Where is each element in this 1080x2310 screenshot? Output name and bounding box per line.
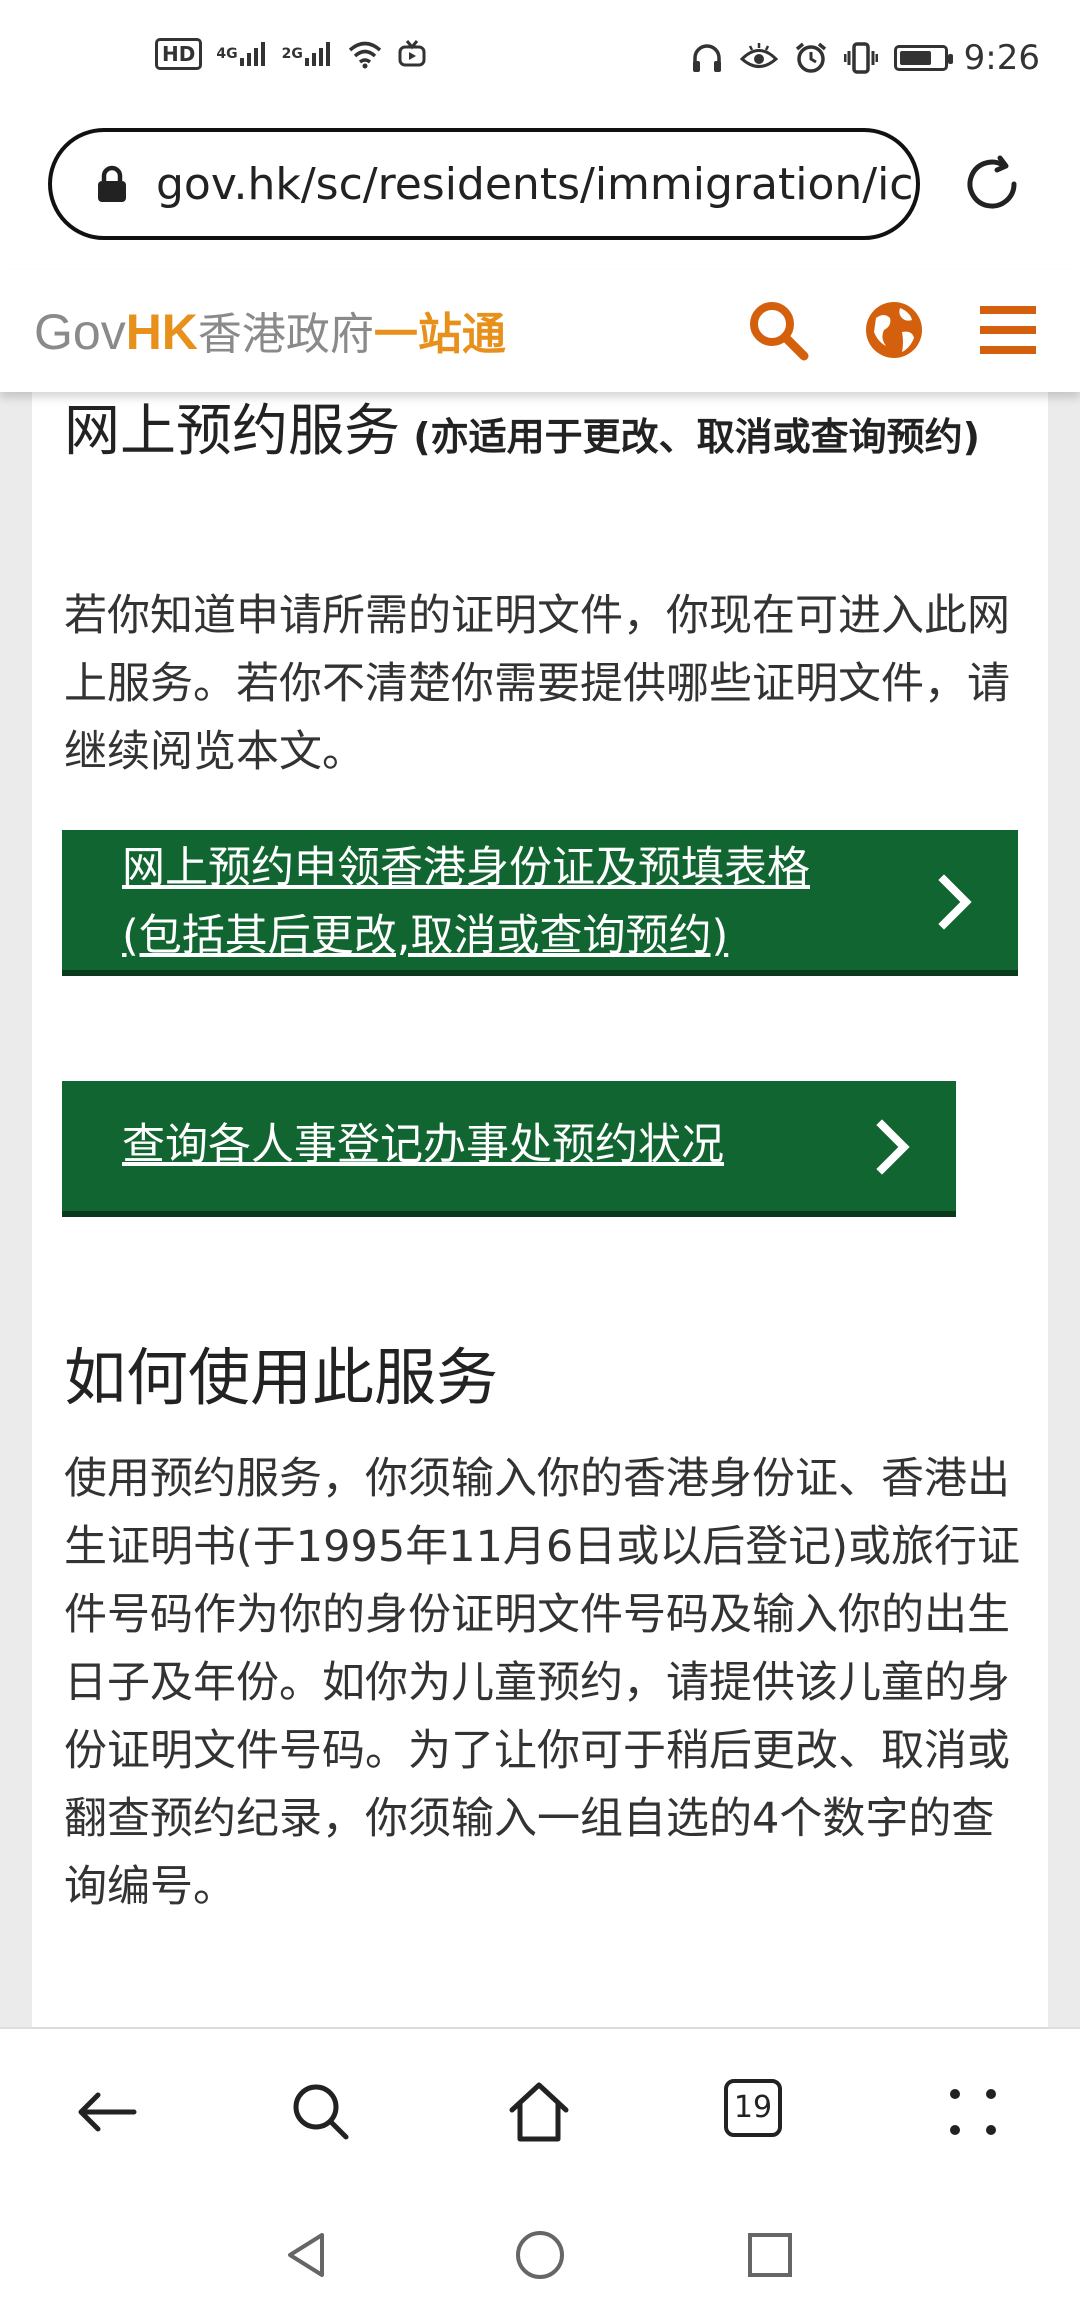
search-icon[interactable] [286,2077,356,2147]
signal-4g-icon: 4G [216,40,267,68]
section-how-to-use-heading: 如何使用此服务 [64,1341,499,1414]
main-content: 网上预约服务 (亦适用于更改、取消或查询预约) 若你知道申请所需的证明文件，你现… [32,392,1048,2027]
menu-icon[interactable] [976,298,1040,362]
home-circle-icon[interactable] [512,2227,568,2283]
govhk-logo[interactable]: GovHK香港政府一站通 [34,298,506,362]
tv-icon [398,40,426,67]
section-online-booking-heading: 网上预约服务 (亦适用于更改、取消或查询预约) [64,392,1034,485]
button-label: 查询各人事登记办事处预约状况 [122,1120,724,1170]
home-icon[interactable] [504,2077,574,2147]
wifi-icon [348,41,381,69]
url-text[interactable]: gov.hk/sc/residents/immigration/ic [156,159,914,210]
how-to-use-paragraph: 使用预约服务，你须输入你的香港身份证、香港出生证明书(于1995年11月6日或以… [64,1454,1021,1912]
chevron-right-icon [938,874,972,930]
eye-icon [739,43,778,68]
globe-icon[interactable] [862,298,926,362]
headphones-icon [692,44,721,72]
status-bar: HD 4G 2G 9:26 [0,0,1080,120]
address-bar[interactable]: gov.hk/sc/residents/immigration/ic [48,128,920,240]
browser-bottom-bar: 19 [0,2027,1080,2199]
back-triangle-icon[interactable] [278,2227,334,2283]
clock: 9:26 [963,38,1040,78]
signal-2g-icon: 2G [282,40,333,68]
site-header: GovHK香港政府一站通 [0,270,1080,392]
battery-icon [893,45,953,71]
status-left-icons: HD 4G 2G [155,38,427,70]
button-label-line1: 网上预约申领香港身份证及预填表格 [122,843,810,893]
chevron-right-icon [876,1119,910,1175]
reload-icon[interactable] [960,152,1024,216]
more-options-icon[interactable] [938,2077,1008,2147]
hd-icon: HD [155,38,203,70]
section-title: 网上预约服务 [64,399,400,464]
alarm-icon [795,42,826,73]
status-right-icons: 9:26 [690,38,1040,78]
back-arrow-icon[interactable] [72,2077,142,2147]
tabs-button[interactable]: 19 [724,2079,782,2137]
vibrate-icon [843,42,878,74]
lock-icon [98,165,126,202]
intro-paragraph: 若你知道申请所需的证明文件，你现在可进入此网上服务。若你不清楚你需要提供哪些证明… [64,591,1010,777]
system-nav-bar [0,2197,1080,2310]
button-label-line2: (包括其后更改,取消或查询预约) [122,911,729,961]
search-icon[interactable] [746,298,810,362]
appointment-status-button[interactable]: 查询各人事登记办事处预约状况 [62,1081,956,1217]
recents-square-icon[interactable] [742,2227,798,2283]
section-note: (亦适用于更改、取消或查询预约) [400,415,980,459]
online-booking-button[interactable]: 网上预约申领香港身份证及预填表格 (包括其后更改,取消或查询预约) [62,830,1018,976]
